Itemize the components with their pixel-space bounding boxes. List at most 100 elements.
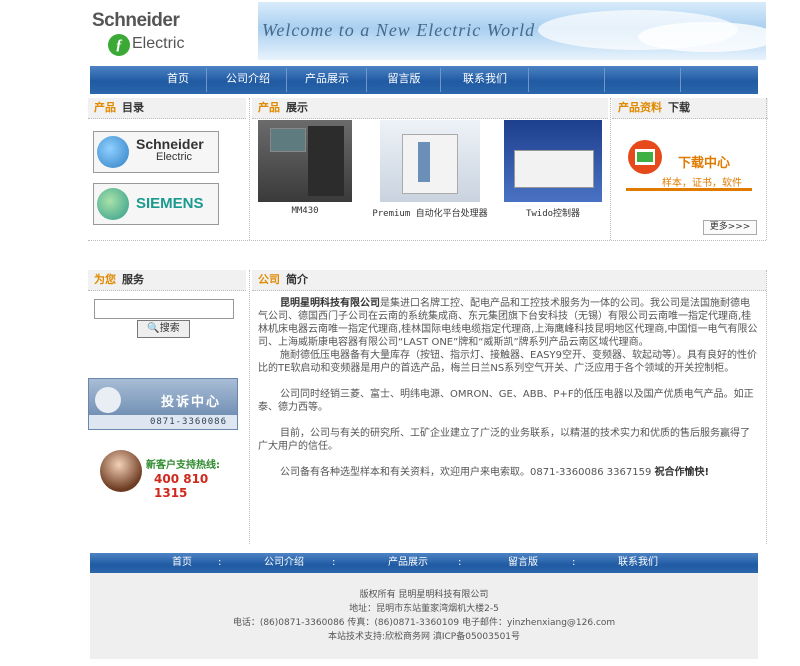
logo-emblem: ƒ xyxy=(108,34,130,56)
support-avatar xyxy=(100,450,142,492)
brand-schneider[interactable]: Schneider Electric xyxy=(93,131,219,173)
brand-label: Schneider xyxy=(136,136,204,152)
section-highlight: 产品 xyxy=(94,101,116,114)
product-caption[interactable]: MM430 xyxy=(258,206,352,216)
footer-support: 本站技术支持:欣松商务网 滇ICP备05003501号 xyxy=(327,632,521,642)
download-arrow xyxy=(635,149,655,165)
hotline-label: 新客户支持热线: xyxy=(146,460,220,471)
search-input[interactable] xyxy=(94,299,234,319)
section-highlight: 产品 xyxy=(258,101,280,114)
company-name: 昆明星明科技有限公司 xyxy=(280,298,380,309)
schneider-logo[interactable]: Schneider ƒ Electric xyxy=(88,8,200,58)
main-nav: 首页 公司介绍 产品展示 留言版 联系我们 xyxy=(90,66,758,94)
footer-nav-contact[interactable]: 联系我们 xyxy=(618,553,658,573)
section-rest: 下载 xyxy=(668,101,690,114)
section-highlight: 公司 xyxy=(258,273,280,286)
column-divider xyxy=(249,98,250,240)
company-intro: 昆明星明科技有限公司是集进口名牌工控、配电产品和工控技术服务为一体的公司。我公司… xyxy=(258,297,758,492)
intro-text: 公司备有各种选型样本和有关资料，欢迎用户来电索取。0871-3360086 33… xyxy=(280,467,652,478)
footer-nav-guestbook[interactable]: 留言版 xyxy=(508,553,538,573)
nav-home[interactable]: 首页 xyxy=(158,66,198,94)
complaint-center-banner[interactable]: 投诉中心 0871-3360086 xyxy=(88,378,238,430)
brand-icon xyxy=(97,188,129,220)
search-icon: 🔍 xyxy=(147,323,160,334)
footer-nav: 首页 : 公司介绍 : 产品展示 : 留言版 : 联系我们 xyxy=(90,553,758,573)
footer-nav-sep: : xyxy=(332,557,336,568)
nav-divider xyxy=(680,68,681,92)
product-panel xyxy=(514,150,594,188)
product-image-premium[interactable] xyxy=(380,120,480,202)
brand-icon xyxy=(97,136,129,168)
download-arrow-fill xyxy=(637,152,653,162)
footer-nav-sep: : xyxy=(572,557,576,568)
column-divider xyxy=(766,98,767,240)
intro-closing: 祝合作愉快! xyxy=(654,467,710,478)
nav-divider xyxy=(206,68,207,92)
intro-paragraph: 公司备有各种选型样本和有关资料，欢迎用户来电索取。0871-3360086 33… xyxy=(258,466,758,479)
company-header: 公司 简介 xyxy=(252,270,766,291)
complaint-phone: 0871-3360086 xyxy=(149,417,227,427)
nav-divider xyxy=(440,68,441,92)
book-icon xyxy=(95,387,121,413)
product-panel xyxy=(418,142,430,182)
nav-about[interactable]: 公司介绍 xyxy=(218,66,278,94)
download-title: 下载中心 xyxy=(678,156,731,171)
hotline-number: 400 810 1315 xyxy=(154,472,209,500)
section-highlight: 为您 xyxy=(94,273,116,286)
intro-paragraph: 目前，公司与有关的研究所、工矿企业建立了广泛的业务联系，以精湛的技术实力和优质的… xyxy=(258,428,750,452)
section-rest: 目录 xyxy=(122,101,144,114)
download-icon xyxy=(628,140,662,174)
nav-products[interactable]: 产品展示 xyxy=(296,66,358,94)
downloads-header: 产品资料 下载 xyxy=(612,98,768,119)
footer-copyright: 版权所有 昆明星明科技有限公司 xyxy=(359,590,489,600)
service-header: 为您 服务 xyxy=(88,270,246,291)
banner-text: Welcome to a New Electric World xyxy=(262,20,536,40)
nav-divider xyxy=(528,68,529,92)
footer-nav-sep: : xyxy=(458,557,462,568)
intro-paragraph: 公司同时经销三菱、富士、明纬电源、OMRON、GE、ABB、P+F的低压电器以及… xyxy=(258,389,754,413)
column-divider xyxy=(610,98,611,240)
footer-contact: 电话：(86)0871-3360086 传真：(86)0871-3360109 … xyxy=(232,618,616,628)
section-rest: 简介 xyxy=(286,273,308,286)
intro-paragraph: 施耐德低压电器备有大量库存（按钮、指示灯、接触器、EASY9空开、变频器、软起动… xyxy=(258,350,757,374)
complaint-phone-bar: 0871-3360086 xyxy=(89,415,237,429)
search-button[interactable]: 🔍搜索 xyxy=(137,320,190,338)
banner-cloud xyxy=(638,22,766,52)
hotline-banner: 新客户支持热线: 400 810 1315 xyxy=(100,446,240,500)
nav-divider xyxy=(286,68,287,92)
section-rest: 服务 xyxy=(122,273,144,286)
download-center[interactable]: 下载中心 样本，证书，软件 xyxy=(624,130,754,194)
more-link[interactable]: 更多>>> xyxy=(703,220,757,235)
column-divider xyxy=(249,270,250,544)
footer-info: 版权所有 昆明星明科技有限公司 地址：昆明市东站董家湾烟机大楼2-5 电话：(8… xyxy=(90,573,758,659)
intro-paragraph: 昆明星明科技有限公司是集进口名牌工控、配电产品和工控技术服务为一体的公司。我公司… xyxy=(258,297,758,349)
brand-label-sub: Electric xyxy=(156,151,193,163)
footer-address: 地址：昆明市东站董家湾烟机大楼2-5 xyxy=(349,604,499,614)
brand-siemens[interactable]: SIEMENS xyxy=(93,183,219,225)
footer-nav-about[interactable]: 公司介绍 xyxy=(264,553,304,573)
logo-text-bottom: Electric xyxy=(132,35,185,52)
product-panel xyxy=(308,126,344,196)
product-caption[interactable]: Premium 自动化平台处理器 xyxy=(358,206,502,219)
section-highlight: 产品资料 xyxy=(618,101,662,114)
nav-guestbook[interactable]: 留言版 xyxy=(378,66,430,94)
header-banner: Welcome to a New Electric World xyxy=(258,2,766,60)
section-rest: 展示 xyxy=(286,101,308,114)
product-image-mm430[interactable] xyxy=(258,120,352,202)
nav-divider xyxy=(604,68,605,92)
footer-nav-products[interactable]: 产品展示 xyxy=(388,553,428,573)
download-subtitle: 样本，证书，软件 xyxy=(662,178,742,189)
column-divider xyxy=(766,270,767,544)
nav-contact[interactable]: 联系我们 xyxy=(452,66,518,94)
product-panel xyxy=(402,134,458,194)
logo-text-top: Schneider xyxy=(92,10,180,31)
products-catalog-header: 产品 目录 xyxy=(88,98,246,119)
brand-label: SIEMENS xyxy=(136,195,204,212)
complaint-title: 投诉中心 xyxy=(161,395,222,410)
product-panel xyxy=(270,128,306,152)
footer-nav-home[interactable]: 首页 xyxy=(172,553,192,573)
product-caption[interactable]: Twido控制器 xyxy=(504,206,602,219)
product-image-twido[interactable] xyxy=(504,120,602,202)
nav-divider xyxy=(366,68,367,92)
download-underline xyxy=(626,188,752,191)
